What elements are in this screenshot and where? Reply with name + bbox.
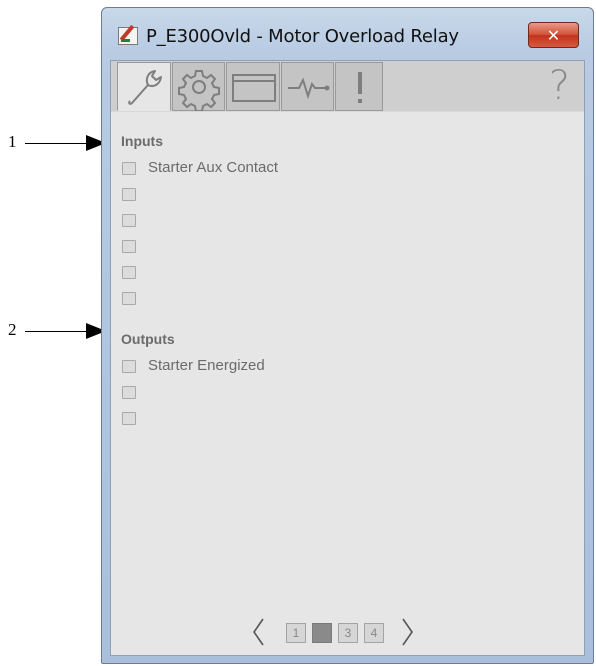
- window-title: P_E300Ovld - Motor Overload Relay: [146, 26, 459, 47]
- output-label-1: Starter Energized: [148, 357, 265, 374]
- page-navigator: 1 2 3 4: [111, 616, 584, 646]
- gear-icon: [178, 70, 220, 111]
- callout-1-line: [25, 143, 87, 144]
- exclamation-icon: [358, 72, 362, 103]
- tab-toolbar: ?: [111, 61, 584, 112]
- page-button-1[interactable]: 1: [286, 623, 306, 643]
- input-checkbox-5[interactable]: [122, 266, 136, 279]
- callout-2-line: [25, 331, 87, 332]
- faceplate-content: ? Inputs Starter Aux Contact Outputs Sta…: [110, 60, 585, 656]
- outputs-heading: Outputs: [121, 331, 175, 347]
- tab-alarms[interactable]: [335, 62, 383, 111]
- output-checkbox-3[interactable]: [122, 412, 136, 425]
- input-checkbox-2[interactable]: [122, 188, 136, 201]
- page-button-3[interactable]: 3: [338, 623, 358, 643]
- next-page-arrow[interactable]: [400, 616, 416, 648]
- callout-1-number: 1: [8, 132, 17, 151]
- page-button-4[interactable]: 4: [364, 623, 384, 643]
- faceplate-app-icon: [118, 24, 138, 45]
- close-icon: ✕: [546, 26, 561, 45]
- output-checkbox-1[interactable]: [122, 360, 136, 373]
- title-bar[interactable]: P_E300Ovld - Motor Overload Relay ✕: [102, 8, 593, 60]
- tab-trends[interactable]: [281, 62, 334, 111]
- callout-2-number: 2: [8, 320, 17, 339]
- tab-maintenance[interactable]: [117, 62, 171, 111]
- window-icon: [232, 74, 276, 102]
- input-checkbox-4[interactable]: [122, 240, 136, 253]
- prev-page-arrow[interactable]: [250, 616, 266, 648]
- faceplate-window: P_E300Ovld - Motor Overload Relay ✕ ? In…: [101, 7, 594, 664]
- input-checkbox-3[interactable]: [122, 214, 136, 227]
- output-checkbox-2[interactable]: [122, 386, 136, 399]
- trend-icon: [288, 77, 330, 100]
- tab-engineering[interactable]: [172, 62, 225, 111]
- help-icon[interactable]: ?: [549, 63, 570, 109]
- input-label-1: Starter Aux Contact: [148, 159, 279, 176]
- inputs-heading: Inputs: [121, 133, 163, 149]
- close-button[interactable]: ✕: [528, 22, 579, 48]
- tab-diagnostics[interactable]: [226, 62, 280, 111]
- input-checkbox-1[interactable]: [122, 162, 136, 175]
- page-button-2[interactable]: 2: [312, 623, 332, 643]
- wrench-icon: [128, 70, 162, 105]
- input-checkbox-6[interactable]: [122, 292, 136, 305]
